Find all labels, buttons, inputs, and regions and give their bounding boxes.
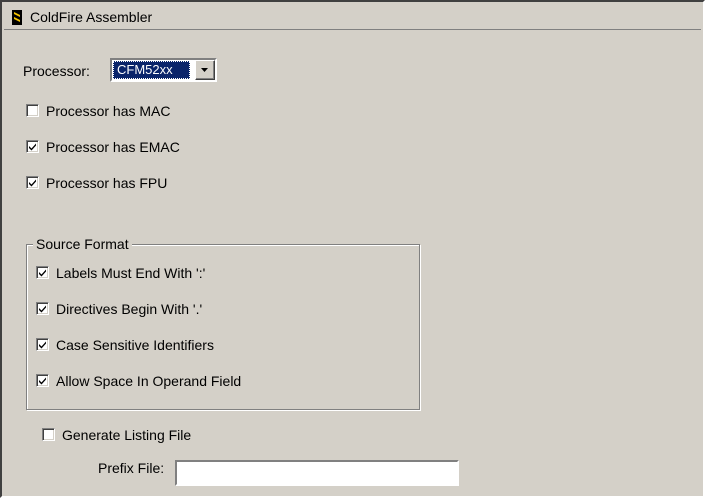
- allow-space-checkbox[interactable]: [36, 374, 49, 387]
- has-mac-checkbox[interactable]: [26, 104, 39, 117]
- checkmark-icon: [29, 179, 36, 187]
- allow-space-label: Allow Space In Operand Field: [56, 373, 242, 389]
- labels-end-checkbox[interactable]: [36, 266, 49, 279]
- case-sensitive-checkbox[interactable]: [36, 338, 49, 351]
- prefix-file-input[interactable]: [175, 460, 459, 486]
- has-fpu-checkbox[interactable]: [26, 176, 39, 189]
- prefix-file-label: Prefix File:: [98, 460, 165, 476]
- settings-panel: ColdFire Assembler Processor: CFM52xx Pr…: [0, 0, 705, 498]
- checkmark-icon: [39, 305, 46, 313]
- processor-label: Processor:: [23, 63, 90, 79]
- chevron-down-icon: [201, 68, 208, 72]
- directives-begin-checkbox[interactable]: [36, 302, 49, 315]
- processor-dropdown-button[interactable]: [195, 60, 215, 80]
- has-mac-label: Processor has MAC: [46, 103, 171, 119]
- labels-end-label: Labels Must End With ':': [56, 265, 206, 281]
- generate-listing-checkbox[interactable]: [42, 428, 55, 441]
- has-emac-label: Processor has EMAC: [46, 139, 180, 155]
- case-sensitive-label: Case Sensitive Identifiers: [56, 337, 214, 353]
- has-emac-checkbox[interactable]: [26, 140, 39, 153]
- processor-select[interactable]: CFM52xx: [110, 58, 217, 82]
- checkmark-icon: [29, 143, 36, 151]
- has-fpu-label: Processor has FPU: [46, 175, 168, 191]
- checkmark-icon: [39, 341, 46, 349]
- checkmark-icon: [39, 377, 46, 385]
- directives-begin-label: Directives Begin With '.': [56, 301, 203, 317]
- coldfire-icon: [12, 10, 22, 25]
- panel-header: ColdFire Assembler: [4, 4, 701, 30]
- processor-selected-value[interactable]: CFM52xx: [113, 61, 190, 79]
- panel-title: ColdFire Assembler: [30, 9, 153, 25]
- source-format-legend: Source Format: [33, 235, 132, 253]
- generate-listing-label: Generate Listing File: [62, 427, 192, 443]
- checkmark-icon: [39, 269, 46, 277]
